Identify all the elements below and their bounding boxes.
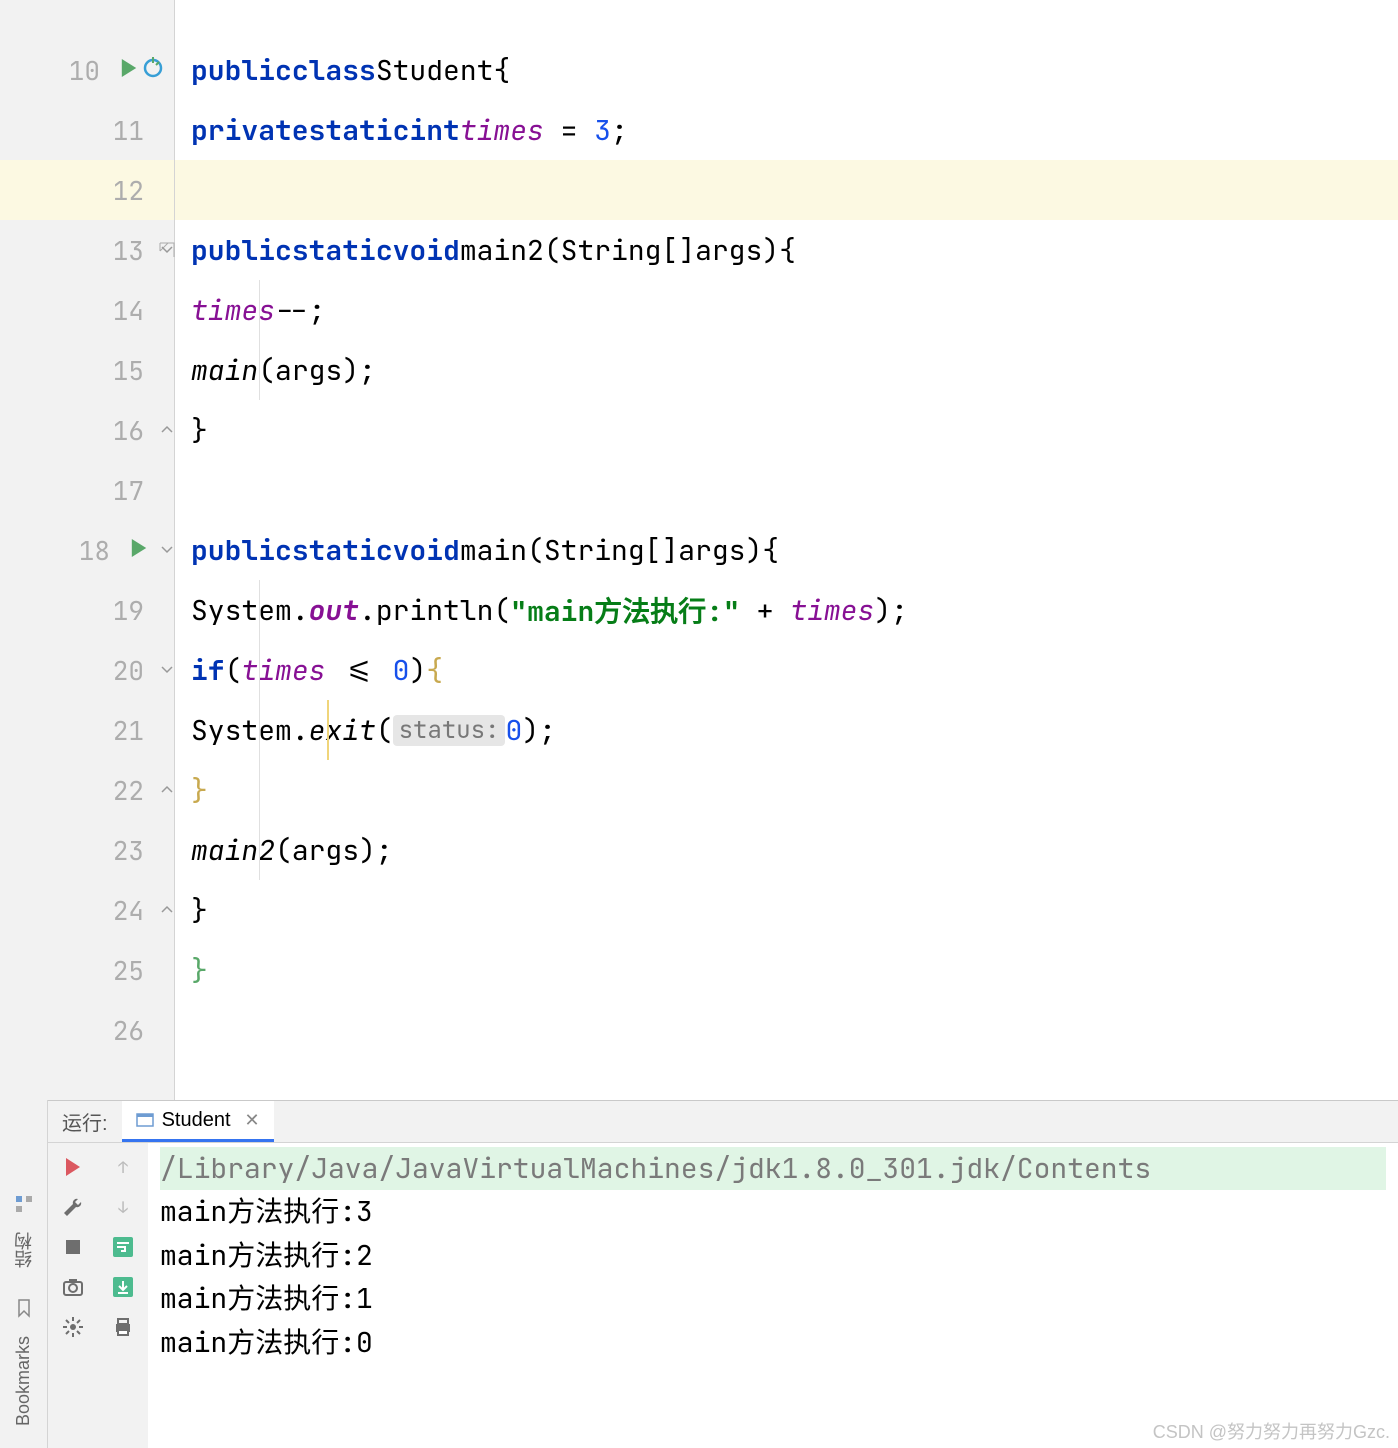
fold-close-icon[interactable] bbox=[158, 781, 176, 799]
console-command: /Library/Java/JavaVirtualMachines/jdk1.8… bbox=[160, 1147, 1386, 1190]
structure-label[interactable]: 结构 bbox=[11, 1232, 37, 1268]
gutter: 10 11 12 13 14 15 16 17 18 bbox=[0, 0, 175, 1100]
gutter-row[interactable]: 19 bbox=[0, 580, 174, 640]
code-line[interactable]: } bbox=[175, 760, 1398, 820]
watermark: CSDN @努力努力再努力Gzc. bbox=[1153, 1418, 1390, 1444]
run-tabs: 运行: Student ✕ bbox=[48, 1101, 1398, 1143]
line-number: 18 bbox=[60, 533, 110, 568]
code-line[interactable]: main(args); bbox=[175, 340, 1398, 400]
gutter-row[interactable]: 25 bbox=[0, 940, 174, 1000]
rerun-icon[interactable] bbox=[61, 1155, 85, 1179]
code-line[interactable]: if (times <= 0) { bbox=[175, 640, 1398, 700]
code-line[interactable] bbox=[175, 460, 1398, 520]
console-output[interactable]: /Library/Java/JavaVirtualMachines/jdk1.8… bbox=[148, 1143, 1398, 1448]
run-tab-name: Student bbox=[162, 1109, 231, 1132]
line-number: 19 bbox=[94, 593, 144, 628]
gutter-row[interactable]: 13 bbox=[0, 220, 174, 280]
line-number: 26 bbox=[94, 1013, 144, 1048]
up-arrow-icon[interactable]: ↑ bbox=[111, 1155, 135, 1179]
run-body: ↑ ↓ /Library/Java/JavaVirtualMachines/jd… bbox=[48, 1143, 1398, 1448]
bookmarks-label[interactable]: Bookmarks bbox=[13, 1336, 34, 1426]
scroll-end-icon[interactable] bbox=[111, 1275, 135, 1299]
structure-icon[interactable] bbox=[14, 1194, 34, 1214]
code-line[interactable]: private static int times = 3; bbox=[175, 100, 1398, 160]
down-arrow-icon[interactable]: ↓ bbox=[111, 1195, 135, 1219]
left-toolbar: 结构 Bookmarks bbox=[0, 1100, 48, 1448]
wrench-icon[interactable] bbox=[61, 1195, 85, 1219]
print-icon[interactable] bbox=[111, 1315, 135, 1339]
console-line: main方法执行:1 bbox=[160, 1277, 1386, 1320]
code-line[interactable]: } bbox=[175, 880, 1398, 940]
line-number: 16 bbox=[94, 413, 144, 448]
gutter-row[interactable]: 11 bbox=[0, 100, 174, 160]
fold-open-icon[interactable] bbox=[158, 241, 176, 259]
code-line[interactable]: System.exit( status: 0); bbox=[175, 700, 1398, 760]
line-number: 24 bbox=[94, 893, 144, 928]
line-number: 11 bbox=[94, 113, 144, 148]
fold-close-icon[interactable] bbox=[158, 421, 176, 439]
code-line[interactable] bbox=[175, 1000, 1398, 1060]
console-line: main方法执行:0 bbox=[160, 1321, 1386, 1364]
line-number: 14 bbox=[94, 293, 144, 328]
run-icon[interactable] bbox=[130, 539, 148, 562]
run-label: 运行: bbox=[48, 1107, 122, 1136]
run-tab[interactable]: Student ✕ bbox=[122, 1101, 274, 1142]
gutter-row[interactable]: 20 bbox=[0, 640, 174, 700]
code-line[interactable]: System.out.println("main方法执行:" + times); bbox=[175, 580, 1398, 640]
code-line[interactable]: main2(args); bbox=[175, 820, 1398, 880]
softwrap-icon[interactable] bbox=[111, 1235, 135, 1259]
line-number: 23 bbox=[94, 833, 144, 868]
gutter-row[interactable]: 12 bbox=[0, 160, 174, 220]
fold-open-icon[interactable] bbox=[158, 661, 176, 679]
close-icon[interactable]: ✕ bbox=[245, 1110, 260, 1131]
app-icon bbox=[136, 1111, 154, 1129]
gutter-row[interactable]: 16 bbox=[0, 400, 174, 460]
stop-icon[interactable] bbox=[61, 1235, 85, 1259]
bookmarks-icon[interactable] bbox=[14, 1298, 34, 1318]
line-number: 12 bbox=[94, 173, 144, 208]
run-toolbar-primary bbox=[48, 1143, 98, 1448]
code-line[interactable]: times--; bbox=[175, 280, 1398, 340]
run-debug-icon[interactable] bbox=[142, 57, 164, 84]
gutter-row[interactable]: 14 bbox=[0, 280, 174, 340]
fold-close-icon[interactable] bbox=[158, 901, 176, 919]
code-area[interactable]: public class Student { private static in… bbox=[175, 0, 1398, 1100]
line-number: 20 bbox=[94, 653, 144, 688]
code-line[interactable]: public static void main2(String[] args) … bbox=[175, 220, 1398, 280]
code-line-current[interactable] bbox=[175, 160, 1398, 220]
gutter-row[interactable]: 22 bbox=[0, 760, 174, 820]
line-number: 25 bbox=[94, 953, 144, 988]
run-icon[interactable] bbox=[120, 59, 138, 82]
console-line: main方法执行:2 bbox=[160, 1234, 1386, 1277]
editor-area: 10 11 12 13 14 15 16 17 18 bbox=[0, 0, 1398, 1100]
run-panel: 运行: Student ✕ ↑ ↓ /Library/Java/JavaVirt… bbox=[48, 1100, 1398, 1448]
settings-icon[interactable] bbox=[61, 1315, 85, 1339]
code-line[interactable]: } bbox=[175, 940, 1398, 1000]
gutter-row[interactable]: 26 bbox=[0, 1000, 174, 1060]
parameter-hint: status: bbox=[393, 715, 506, 746]
line-number: 21 bbox=[94, 713, 144, 748]
gutter-row[interactable]: 18 bbox=[0, 520, 174, 580]
line-number: 13 bbox=[94, 233, 144, 268]
line-number: 10 bbox=[50, 53, 100, 88]
line-number: 15 bbox=[94, 353, 144, 388]
run-toolbar-secondary: ↑ ↓ bbox=[98, 1143, 148, 1448]
code-line[interactable]: } bbox=[175, 400, 1398, 460]
code-line[interactable]: public class Student { bbox=[175, 40, 1398, 100]
console-line: main方法执行:3 bbox=[160, 1190, 1386, 1233]
gutter-row[interactable]: 17 bbox=[0, 460, 174, 520]
line-number: 22 bbox=[94, 773, 144, 808]
camera-icon[interactable] bbox=[61, 1275, 85, 1299]
fold-open-icon[interactable] bbox=[158, 541, 176, 559]
line-number: 17 bbox=[94, 473, 144, 508]
gutter-row[interactable]: 15 bbox=[0, 340, 174, 400]
code-line[interactable]: public static void main(String[] args) { bbox=[175, 520, 1398, 580]
gutter-row[interactable]: 21 bbox=[0, 700, 174, 760]
gutter-row[interactable]: 23 bbox=[0, 820, 174, 880]
gutter-row[interactable]: 24 bbox=[0, 880, 174, 940]
gutter-row[interactable]: 10 bbox=[0, 40, 174, 100]
